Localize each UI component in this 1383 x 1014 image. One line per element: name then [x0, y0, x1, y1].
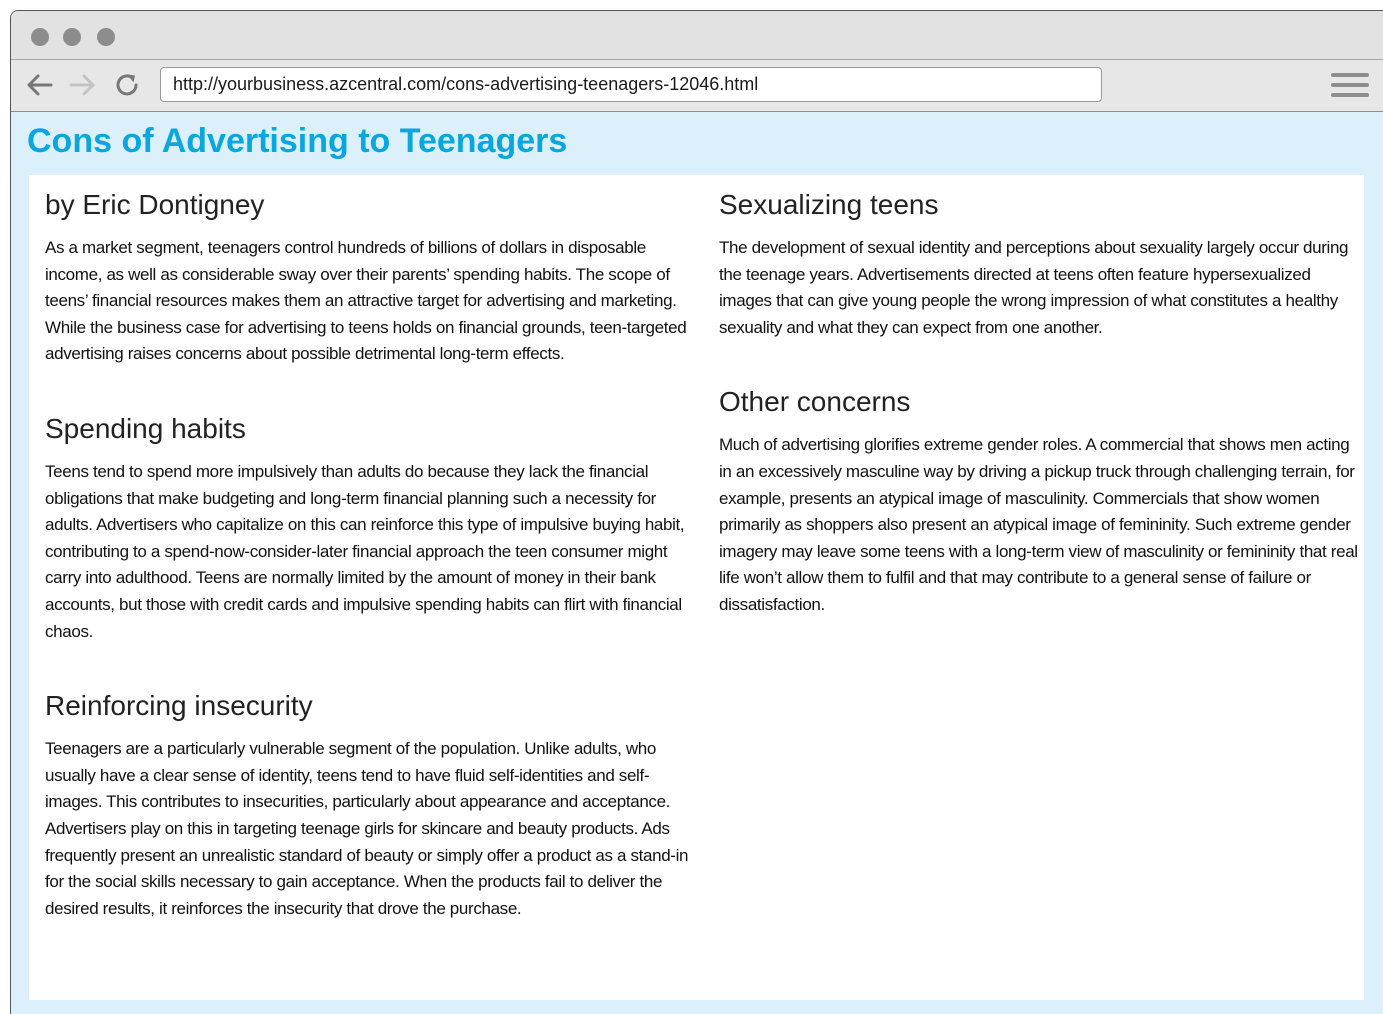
back-button[interactable] [23, 69, 55, 101]
reload-button[interactable] [111, 69, 143, 101]
reload-icon [116, 74, 138, 96]
section-heading: Sexualizing teens [719, 189, 939, 220]
byline-section: by Eric Dontigney As a market segment, t… [45, 187, 695, 368]
section-paragraph: The development of sexual identity and p… [719, 238, 1349, 337]
forward-arrow-icon [69, 74, 95, 96]
address-bar[interactable]: http://yourbusiness.azcentral.com/cons-a… [160, 67, 1102, 102]
menu-button[interactable] [1331, 71, 1371, 99]
section-paragraph: Much of advertising glorifies extreme ge… [719, 435, 1358, 614]
section-paragraph: Teenagers are a particularly vulnerable … [45, 739, 689, 918]
section-heading: Spending habits [45, 412, 246, 444]
right-column: Sexualizing teens The development of sex… [719, 187, 1364, 619]
section-paragraph: Teens tend to spend more impulsively tha… [45, 461, 685, 641]
window-maximize-button[interactable] [97, 28, 115, 46]
back-arrow-icon [27, 74, 53, 96]
left-column: by Eric Dontigney As a market segment, t… [45, 187, 695, 922]
spending-habits-section: Spending habits Teens tend to spend more… [45, 411, 695, 645]
browser-toolbar: http://yourbusiness.azcentral.com/cons-a… [11, 60, 1383, 112]
page-title: Cons of Advertising to Teenagers [27, 122, 568, 160]
article-content: by Eric Dontigney As a market segment, t… [29, 175, 1364, 1000]
section-heading: Reinforcing insecurity [45, 690, 313, 722]
section-heading: Other concerns [719, 386, 911, 418]
title-bar [11, 11, 1383, 60]
other-concerns-section: Other concerns Much of advertising glori… [719, 384, 1364, 618]
browser-window: http://yourbusiness.azcentral.com/cons-a… [10, 10, 1383, 1014]
reinforcing-insecurity-section: Reinforcing insecurity Teenagers are a p… [45, 688, 695, 922]
byline: by Eric Dontigney [45, 189, 265, 220]
sexualizing-teens-section: Sexualizing teens The development of sex… [719, 187, 1364, 341]
window-close-button[interactable] [31, 28, 49, 46]
forward-button[interactable] [67, 69, 99, 101]
window-minimize-button[interactable] [63, 28, 81, 46]
intro-paragraph: As a market segment, teenagers control h… [45, 238, 687, 364]
hamburger-menu-icon [1331, 73, 1369, 77]
